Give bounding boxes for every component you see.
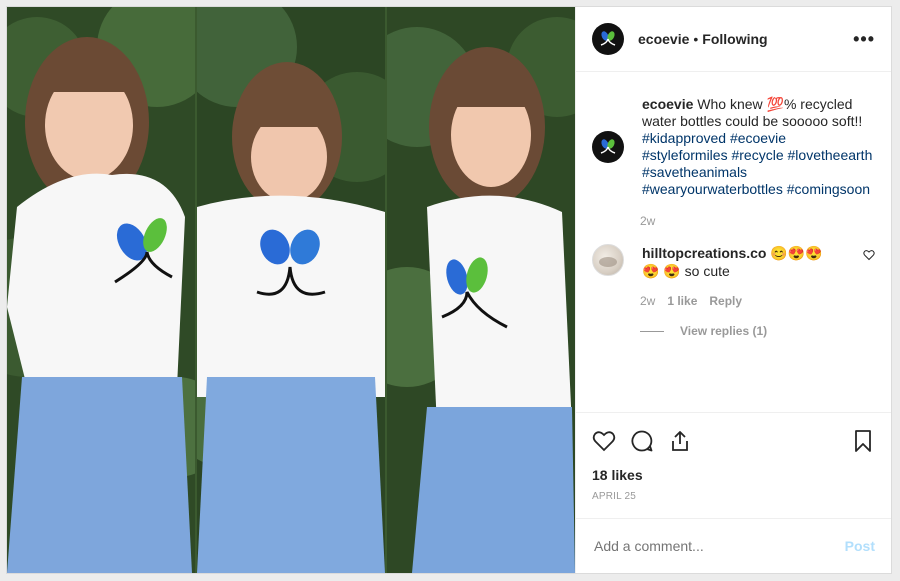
replies-divider: [640, 330, 664, 332]
comment-text: hilltopcreations.co 😊😍😍😍 😍 so cute: [642, 244, 837, 280]
caption-text-part1: Who knew: [697, 96, 763, 112]
heart-icon[interactable]: [592, 429, 616, 453]
like-comment-heart-icon[interactable]: [863, 248, 875, 280]
add-comment-bar: Post: [576, 518, 891, 573]
header-username[interactable]: ecoevie: [638, 31, 689, 47]
commenter-avatar[interactable]: [592, 244, 624, 276]
bookmark-icon[interactable]: [851, 429, 875, 453]
hashtag[interactable]: #wearyourwaterbottles: [642, 181, 783, 197]
share-icon[interactable]: [668, 429, 692, 453]
view-replies-button[interactable]: View replies (1): [640, 324, 875, 338]
hashtag[interactable]: #styleformiles: [642, 147, 728, 163]
caption: ecoevie Who knew 💯% recycled water bottl…: [592, 96, 875, 198]
comment: hilltopcreations.co 😊😍😍😍 😍 so cute: [592, 244, 875, 280]
caption-text: ecoevie Who knew 💯% recycled water bottl…: [642, 96, 874, 198]
caption-username[interactable]: ecoevie: [642, 96, 693, 112]
post-sidebar: ecoevie • Following ••• ecoevie Who knew…: [575, 7, 891, 573]
comment-body: so cute: [684, 263, 730, 279]
caption-time[interactable]: 2w: [640, 214, 875, 228]
post-button[interactable]: Post: [845, 538, 875, 554]
likes-count[interactable]: 18 likes: [592, 467, 875, 483]
ecoevie-avatar[interactable]: [592, 23, 624, 55]
comment-meta: 2w 1 like Reply: [640, 294, 875, 308]
comment-icon[interactable]: [630, 429, 654, 453]
hashtag[interactable]: #comingsoon: [787, 181, 870, 197]
action-bar: [592, 421, 875, 461]
hashtag[interactable]: #kidapproved: [642, 130, 726, 146]
comment-input[interactable]: [592, 537, 845, 555]
comments-section: ecoevie Who knew 💯% recycled water bottl…: [576, 72, 891, 412]
view-replies-label: View replies (1): [680, 324, 768, 338]
hundred-emoji: 💯: [766, 96, 784, 112]
following-button[interactable]: Following: [702, 31, 767, 47]
hashtag[interactable]: #savetheanimals: [642, 164, 747, 180]
post-date[interactable]: APRIL 25: [592, 491, 875, 518]
photo-panel-3: [387, 7, 575, 573]
post-actions: 18 likes APRIL 25: [576, 412, 891, 518]
comment-likes[interactable]: 1 like: [667, 294, 697, 308]
caption-avatar[interactable]: [592, 131, 624, 163]
header-separator: •: [693, 31, 699, 47]
instagram-post: ecoevie • Following ••• ecoevie Who knew…: [6, 6, 892, 574]
more-options-icon[interactable]: •••: [853, 29, 875, 50]
comment-time[interactable]: 2w: [640, 294, 655, 308]
post-photo[interactable]: [7, 7, 575, 573]
photo-panel-2: [197, 7, 385, 573]
hashtag[interactable]: #recycle: [731, 147, 783, 163]
comment-username[interactable]: hilltopcreations.co: [642, 245, 766, 261]
post-header: ecoevie • Following •••: [576, 7, 891, 72]
hashtag[interactable]: #lovetheearth: [788, 147, 873, 163]
comment-emoji-2: 😍: [663, 263, 681, 279]
hashtag[interactable]: #ecoevie: [730, 130, 786, 146]
photo-panel-1: [7, 7, 195, 573]
reply-button[interactable]: Reply: [709, 294, 742, 308]
